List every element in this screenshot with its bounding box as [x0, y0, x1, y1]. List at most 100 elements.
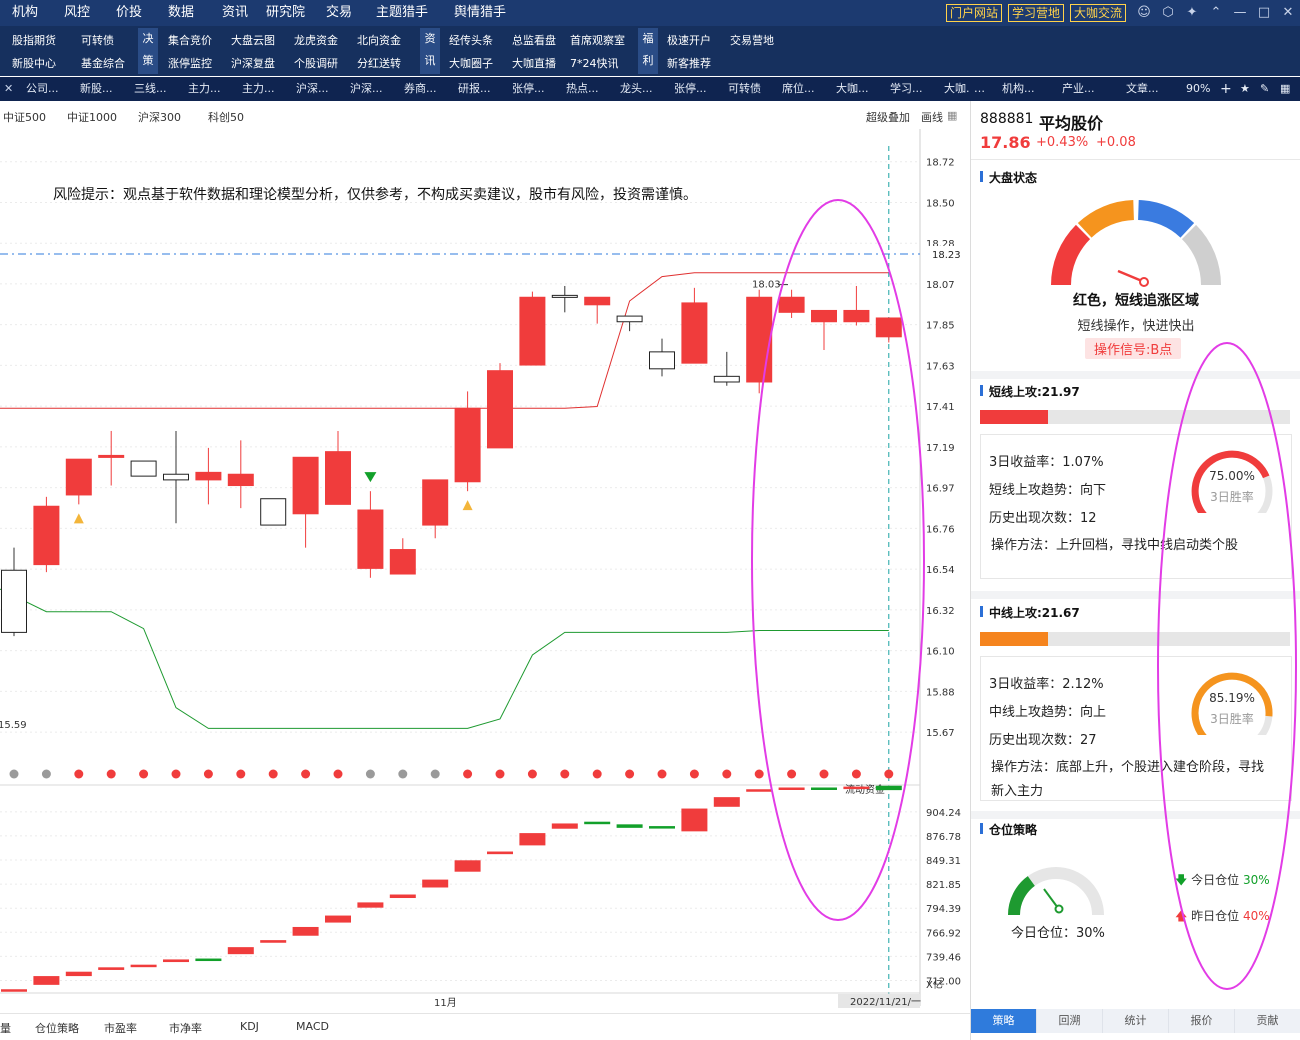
volume-bar[interactable] [584, 821, 611, 825]
volume-bar[interactable] [616, 824, 643, 828]
volume-bar[interactable] [681, 808, 708, 832]
super-overlay-button[interactable]: 超级叠加 [866, 109, 910, 125]
more-tabs-icon[interactable]: … [974, 77, 985, 101]
function-button[interactable]: 沪深复盘 [231, 57, 275, 71]
volume-bar[interactable] [65, 971, 92, 977]
top-menu-item[interactable]: 资讯 [214, 0, 256, 26]
star-icon[interactable]: ★ [1240, 77, 1250, 101]
volume-bar[interactable] [487, 851, 513, 855]
index-tab-star50[interactable]: 科创50 [208, 109, 244, 125]
user-icon[interactable]: ☺ [1132, 0, 1156, 26]
tab-quote[interactable]: 报价 [1169, 1009, 1235, 1033]
function-button[interactable]: 可转债 [81, 34, 114, 48]
page-tab[interactable]: 券商... [404, 77, 437, 101]
candle-body[interactable] [163, 473, 189, 481]
candle-body[interactable] [681, 302, 708, 364]
page-tab[interactable]: 张停... [674, 77, 707, 101]
grid-icon[interactable]: ▦ [1280, 77, 1290, 101]
top-menu-item[interactable]: 风控 [56, 0, 98, 26]
candle-body[interactable] [584, 296, 611, 306]
top-menu-item[interactable]: 价投 [108, 0, 150, 26]
collapse-icon[interactable]: ⌃ [1204, 0, 1228, 26]
top-menu-item[interactable]: 交易 [318, 0, 360, 26]
volume-bar[interactable] [551, 823, 578, 829]
function-button[interactable]: 个股调研 [294, 57, 338, 71]
volume-bar[interactable] [422, 879, 449, 888]
candle-body[interactable] [746, 296, 773, 383]
page-tab[interactable]: 文章... [1126, 77, 1159, 101]
tab-statistics[interactable]: 统计 [1103, 1009, 1169, 1033]
function-button[interactable]: 极速开户 [667, 34, 711, 48]
page-tab[interactable]: 三线... [134, 77, 167, 101]
top-menu-item[interactable]: 数据 [160, 0, 202, 26]
function-button[interactable]: 大咖圈子 [449, 57, 493, 71]
indicator-tab-position[interactable]: 仓位策略 [35, 1020, 79, 1036]
page-tab[interactable]: 产业... [1062, 77, 1095, 101]
candle-body[interactable] [98, 454, 125, 458]
top-menu-item[interactable]: 舆情猎手 [446, 0, 514, 26]
candle-body[interactable] [33, 505, 60, 566]
volume-bar[interactable] [98, 967, 125, 970]
top-menu-item[interactable]: 研究院 [258, 0, 313, 26]
function-button[interactable]: 交易营地 [730, 34, 774, 48]
page-tab[interactable]: 席位... [782, 77, 815, 101]
top-menu-item[interactable]: 主题猎手 [368, 0, 436, 26]
top-menu-item[interactable]: 机构 [4, 0, 46, 26]
function-button[interactable]: 基金综合 [81, 57, 125, 71]
kline-svg[interactable]: 18.7218.5018.2818.0717.8517.6317.4117.19… [0, 101, 970, 1013]
page-tab[interactable]: 热点... [566, 77, 599, 101]
volume-bar[interactable] [163, 959, 189, 963]
page-tab[interactable]: 学习... [890, 77, 923, 101]
pin-icon[interactable]: ✦ [1180, 0, 1204, 26]
volume-bar[interactable] [357, 902, 384, 908]
page-tab[interactable]: 张停... [512, 77, 545, 101]
volume-bar[interactable] [454, 860, 481, 872]
candle-body[interactable] [551, 294, 578, 298]
candle-body[interactable] [260, 498, 287, 526]
index-tab-csi1000[interactable]: 中证1000 [67, 109, 117, 125]
settings-hex-icon[interactable]: ⬡ [1156, 0, 1180, 26]
candle-body[interactable] [843, 309, 870, 323]
candle-body[interactable] [454, 407, 481, 483]
function-button[interactable]: 股指期货 [12, 34, 56, 48]
candle-body[interactable] [292, 456, 319, 515]
candle-body[interactable] [1, 569, 27, 633]
volume-bar[interactable] [389, 894, 416, 899]
candle-body[interactable] [195, 471, 222, 481]
indicator-tab-pb[interactable]: 市净率 [169, 1020, 202, 1036]
page-tab[interactable]: 主力... [242, 77, 275, 101]
candle-body[interactable] [389, 549, 416, 575]
portal-link[interactable]: 门户网站 [945, 4, 1002, 22]
page-tab[interactable]: 可转债 [728, 77, 761, 101]
volume-bar[interactable] [130, 964, 157, 968]
function-button[interactable]: 分红送转 [357, 57, 401, 71]
edit-icon[interactable]: ✎ [1260, 77, 1269, 101]
candle-body[interactable] [422, 479, 449, 526]
zoom-level[interactable]: 90% [1186, 77, 1210, 101]
indicator-tab-volume[interactable]: 量 [0, 1020, 11, 1036]
volume-bar[interactable] [875, 785, 902, 791]
close-icon[interactable]: ✕ [1276, 0, 1300, 26]
minimize-icon[interactable]: — [1228, 0, 1252, 26]
learning-camp-link[interactable]: 学习营地 [1007, 4, 1064, 22]
volume-bar[interactable] [1, 989, 27, 992]
index-tab-csi500[interactable]: 中证500 [3, 109, 46, 125]
page-tab[interactable]: 龙头... [620, 77, 653, 101]
candle-body[interactable] [519, 296, 546, 366]
function-button[interactable]: 大咖直播 [512, 57, 556, 71]
indicator-tab-macd[interactable]: MACD [296, 1020, 329, 1033]
indicator-tab-pe[interactable]: 市盈率 [104, 1020, 137, 1036]
function-button[interactable]: 7*24快讯 [570, 57, 619, 71]
page-tab[interactable]: 主力... [188, 77, 221, 101]
volume-bar[interactable] [843, 786, 870, 790]
page-tab[interactable]: 沪深... [350, 77, 383, 101]
volume-bar[interactable] [292, 926, 319, 936]
page-tab[interactable]: 公司... [26, 77, 59, 101]
volume-bar[interactable] [325, 915, 351, 923]
page-tab[interactable]: 机构... [1002, 77, 1035, 101]
volume-bar[interactable] [195, 958, 222, 962]
expert-exchange-link[interactable]: 大咖交流 [1069, 4, 1126, 22]
volume-bar[interactable] [746, 789, 773, 792]
tab-backtrack[interactable]: 回溯 [1037, 1009, 1103, 1033]
candle-body[interactable] [649, 351, 675, 370]
